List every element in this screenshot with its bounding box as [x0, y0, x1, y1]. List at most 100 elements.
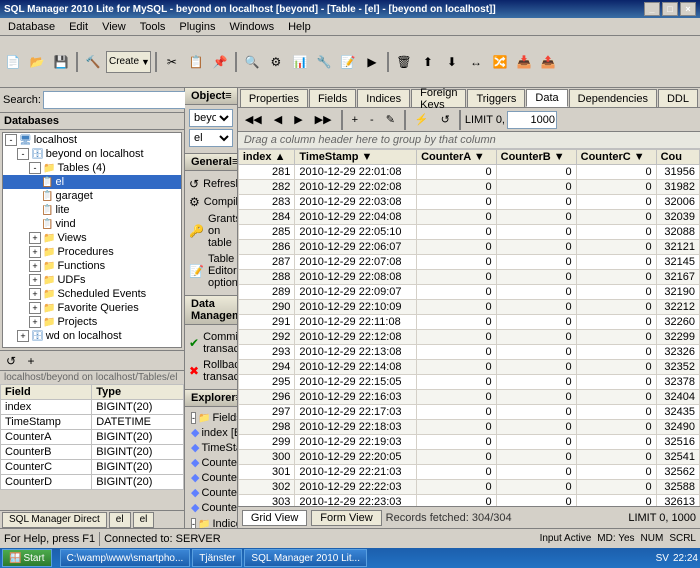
field-row[interactable]: CounterDBIGINT(20) [1, 475, 184, 490]
taskbar-wamp[interactable]: C:\wamp\www\smartpho... [60, 549, 191, 567]
toggle-favqueries[interactable]: + [29, 302, 41, 314]
menu-edit[interactable]: Edit [63, 20, 94, 34]
taskbar-tjanster[interactable]: Tjänster [192, 549, 242, 567]
tree-add-btn[interactable]: + [22, 352, 40, 370]
explorer-field-item[interactable]: ◆CounterC [BIGINT(20)] [189, 485, 233, 500]
col-counterd[interactable]: Cou [656, 150, 699, 165]
data-row[interactable]: 3002010-12-29 22:20:0500032541 [238, 450, 699, 465]
data-row[interactable]: 3022010-12-29 22:22:0300032588 [238, 480, 699, 495]
data-row[interactable]: 2922010-12-29 22:12:0800032299 [238, 330, 699, 345]
refresh-item[interactable]: ↺ Refresh [189, 175, 233, 193]
tree-item-vind[interactable]: 📋 vind [3, 217, 181, 231]
minimize-btn[interactable]: _ [644, 2, 660, 16]
form-view-tab[interactable]: Form View [311, 510, 381, 526]
data-management-header[interactable]: Data Management ≡ [185, 296, 237, 325]
toggle-localhost[interactable]: - [5, 134, 17, 146]
field-row[interactable]: indexBIGINT(20) [1, 400, 184, 415]
data-row[interactable]: 2982010-12-29 22:18:0300032490 [238, 420, 699, 435]
tb-btn14[interactable]: ↔ [465, 51, 487, 73]
tree-refresh-btn[interactable]: ↺ [2, 352, 20, 370]
tab-triggers[interactable]: Triggers [467, 89, 525, 107]
tb-btn13[interactable]: ⬇ [441, 51, 463, 73]
menu-tools[interactable]: Tools [134, 20, 172, 34]
general-section-header[interactable]: General ≡ [185, 154, 237, 171]
col-counterc[interactable]: CounterC ▼ [576, 150, 656, 165]
toggle-views[interactable]: + [29, 232, 41, 244]
col-countera[interactable]: CounterA ▼ [417, 150, 497, 165]
tb-btn8[interactable]: 🔧 [313, 51, 335, 73]
table-select[interactable]: el [189, 129, 233, 147]
taskbar-sqlmanager[interactable]: SQL Manager 2010 Lit... [244, 549, 367, 567]
explorer-header[interactable]: Explorer ≡ [185, 390, 237, 407]
tab-dependencies[interactable]: Dependencies [569, 89, 657, 107]
tree-item-scheduledevents[interactable]: + 📁 Scheduled Events [3, 287, 181, 301]
edit-record-btn[interactable]: ✎ [381, 110, 400, 130]
toggle-functions[interactable]: + [29, 260, 41, 272]
tree-item-projects[interactable]: + 📁 Projects [3, 315, 181, 329]
tree-item-tables[interactable]: - 📁 Tables (4) [3, 161, 181, 175]
tab-foreign-keys[interactable]: Foreign Keys [411, 89, 466, 107]
cut-btn[interactable]: ✂ [161, 51, 183, 73]
tree-item-udfs[interactable]: + 📁 UDFs [3, 273, 181, 287]
tb-btn11[interactable]: 🗑 [393, 51, 415, 73]
tree-item-localhost[interactable]: - 🖥 localhost [3, 133, 181, 147]
tb-btn17[interactable]: 📤 [537, 51, 559, 73]
paste-btn[interactable]: 📌 [209, 51, 231, 73]
data-row[interactable]: 2852010-12-29 22:05:1000032088 [238, 225, 699, 240]
new-btn[interactable]: 📄 [2, 51, 24, 73]
search-input[interactable] [43, 91, 189, 109]
toggle-udfs[interactable]: + [29, 274, 41, 286]
rollback-item[interactable]: ✖ Rollback transaction [189, 357, 233, 385]
data-row[interactable]: 2812010-12-29 22:01:0800031956 [238, 165, 699, 180]
next-record-btn[interactable]: ▶ [289, 110, 307, 130]
explorer-field-item[interactable]: ◆CounterD [BIGINT(20)] [189, 500, 233, 515]
refresh-data-btn[interactable]: ↺ [436, 110, 455, 130]
tab-fields[interactable]: Fields [309, 89, 356, 107]
tree-item-wd[interactable]: + 🗄 wd on localhost [3, 329, 181, 343]
toggle-procedures[interactable]: + [29, 246, 41, 258]
grants-item[interactable]: 🔑 Grants on table [189, 211, 233, 251]
first-record-btn[interactable]: ◀◀ [240, 110, 267, 130]
col-index[interactable]: index ▲ [238, 150, 295, 165]
tb-btn5[interactable]: 🔍 [241, 51, 263, 73]
toggle-tables[interactable]: - [29, 162, 41, 174]
table-editor-item[interactable]: 📝 Table Editor options [189, 251, 233, 291]
data-row[interactable]: 2932010-12-29 22:13:0800032326 [238, 345, 699, 360]
toggle-indices[interactable]: - [191, 518, 196, 528]
menu-view[interactable]: View [96, 20, 132, 34]
data-row[interactable]: 2942010-12-29 22:14:0800032352 [238, 360, 699, 375]
field-row[interactable]: CounterCBIGINT(20) [1, 460, 184, 475]
fields-folder[interactable]: - 📁 Fields (6) [189, 411, 233, 425]
object-section-header[interactable]: Object ≡ [185, 88, 237, 105]
compile-item[interactable]: ⚙ Compile [189, 193, 233, 211]
tree-item-garaget[interactable]: 📋 garaget [3, 189, 181, 203]
tab-el2[interactable]: el [133, 512, 155, 528]
create-btn[interactable]: 🔨 [82, 51, 104, 73]
col-timestamp[interactable]: TimeStamp ▼ [295, 150, 417, 165]
tree-item-lite[interactable]: 📋 lite [3, 203, 181, 217]
data-table-wrapper[interactable]: index ▲ TimeStamp ▼ CounterA ▼ CounterB … [238, 149, 700, 506]
tree-item-functions[interactable]: + 📁 Functions [3, 259, 181, 273]
field-row[interactable]: TimeStampDATETIME [1, 415, 184, 430]
save-btn[interactable]: 💾 [50, 51, 72, 73]
tree-item-procedures[interactable]: + 📁 Procedures [3, 245, 181, 259]
create-dropdown[interactable]: Create ▼ [106, 51, 151, 73]
commit-item[interactable]: ✔ Commit transaction [189, 329, 233, 357]
tab-properties[interactable]: Properties [240, 89, 308, 107]
grid-view-tab[interactable]: Grid View [242, 510, 307, 526]
toggle-projects[interactable]: + [29, 316, 41, 328]
col-counterb[interactable]: CounterB ▼ [496, 150, 576, 165]
tb-btn6[interactable]: ⚙ [265, 51, 287, 73]
indices-folder[interactable]: - 📁 Indices (1) [189, 517, 233, 528]
db-select[interactable]: beyond on localhost [bey... [189, 109, 233, 127]
tree-item-favqueries[interactable]: + 📁 Favorite Queries [3, 301, 181, 315]
data-row[interactable]: 2882010-12-29 22:08:0800032167 [238, 270, 699, 285]
maximize-btn[interactable]: □ [662, 2, 678, 16]
tab-indices[interactable]: Indices [357, 89, 410, 107]
tree-item-views[interactable]: + 📁 Views [3, 231, 181, 245]
data-row[interactable]: 2992010-12-29 22:19:0300032516 [238, 435, 699, 450]
tab-ddl[interactable]: DDL [658, 89, 698, 107]
explorer-field-item[interactable]: ◆CounterA [BIGINT(20)] [189, 455, 233, 470]
toggle-fields[interactable]: - [191, 412, 196, 424]
open-btn[interactable]: 📂 [26, 51, 48, 73]
